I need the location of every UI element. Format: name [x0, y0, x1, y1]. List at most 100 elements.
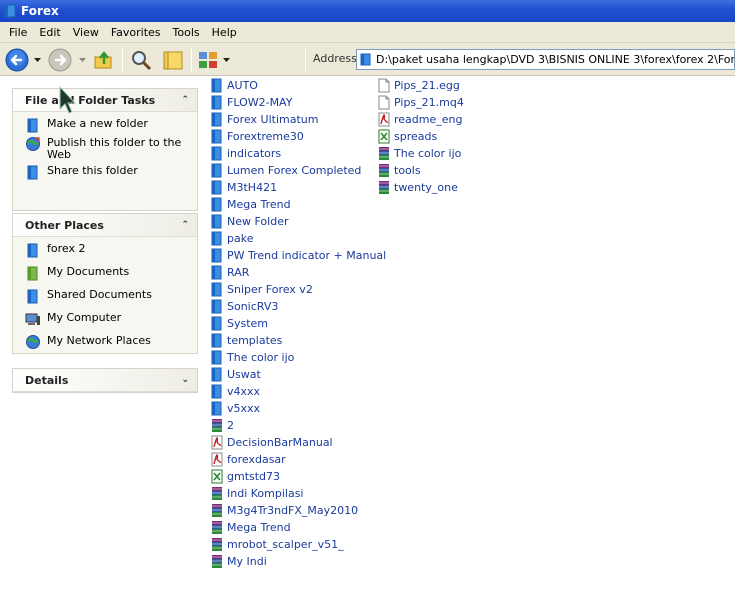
item-label: System	[227, 317, 269, 330]
file-item[interactable]: 2	[211, 417, 234, 434]
forward-arrow-icon	[48, 48, 72, 72]
folder-item[interactable]: templates	[211, 332, 282, 349]
item-label: 2	[227, 419, 234, 432]
details-header[interactable]: Details ⌄	[13, 369, 197, 392]
file-item[interactable]: The color ijo	[378, 145, 461, 162]
excel-file-icon	[211, 469, 223, 484]
menu-view[interactable]: View	[67, 26, 105, 39]
file-item[interactable]: M3g4Tr3ndFX_May2010	[211, 502, 358, 519]
folder-item[interactable]: Uswat	[211, 366, 261, 383]
folder-item[interactable]: indicators	[211, 145, 281, 162]
folder-item[interactable]: FLOW2-MAY	[211, 94, 292, 111]
file-item[interactable]: Mega Trend	[211, 519, 291, 536]
menu-edit[interactable]: Edit	[33, 26, 66, 39]
menu-tools[interactable]: Tools	[167, 26, 206, 39]
task-share-folder[interactable]: Share this folder	[25, 165, 197, 180]
task-make-new-folder[interactable]: Make a new folder	[25, 118, 197, 133]
expand-chevron-icon[interactable]: ⌄	[181, 375, 189, 385]
search-button[interactable]	[129, 48, 153, 72]
views-button[interactable]	[196, 48, 220, 72]
toolbar: Address D:\paket usaha lengkap\DVD 3\BIS…	[0, 43, 735, 76]
file-folder-tasks-header[interactable]: File and Folder Tasks ⌃	[13, 89, 197, 112]
up-folder-icon	[94, 51, 112, 69]
folder-item[interactable]: New Folder	[211, 213, 288, 230]
place-label: My Computer	[47, 311, 122, 324]
folder-item[interactable]: pake	[211, 230, 253, 247]
folder-icon	[211, 282, 222, 297]
item-label: Forex Ultimatum	[227, 113, 319, 126]
place-my-computer[interactable]: My Computer	[25, 312, 197, 327]
rar-archive-icon	[212, 538, 222, 551]
menu-help[interactable]: Help	[206, 26, 243, 39]
menu-file[interactable]: File	[0, 26, 33, 39]
place-my-documents[interactable]: My Documents	[25, 266, 197, 281]
folder-item[interactable]: The color ijo	[211, 349, 294, 366]
folder-item[interactable]: Forex Ultimatum	[211, 111, 318, 128]
folder-item[interactable]: Lumen Forex Completed	[211, 162, 361, 179]
file-item[interactable]: twenty_one	[378, 179, 458, 196]
item-label: The color ijo	[394, 147, 462, 160]
place-forex-2[interactable]: forex 2	[25, 243, 197, 258]
rar-archive-icon	[212, 487, 222, 500]
rar-archive-icon	[379, 181, 389, 194]
item-label: New Folder	[227, 215, 289, 228]
item-label: forexdasar	[227, 453, 286, 466]
forward-button[interactable]	[47, 47, 73, 73]
file-item[interactable]: Indi Kompilasi	[211, 485, 303, 502]
pdf-file-icon	[211, 452, 223, 467]
file-item[interactable]: spreads	[378, 128, 437, 145]
file-item[interactable]: My Indi	[211, 553, 267, 570]
my-computer-icon	[25, 313, 40, 325]
forward-dropdown[interactable]	[77, 53, 87, 67]
toolbar-separator	[122, 48, 123, 72]
rar-archive-icon	[212, 419, 222, 432]
title-bar: Forex	[0, 0, 735, 22]
place-my-network-places[interactable]: My Network Places	[25, 335, 197, 350]
folder-icon	[211, 401, 222, 416]
folder-item[interactable]: Sniper Forex v2	[211, 281, 313, 298]
place-shared-documents[interactable]: Shared Documents	[25, 289, 197, 304]
window-title: Forex	[21, 4, 59, 18]
file-item[interactable]: forexdasar	[211, 451, 286, 468]
folder-item[interactable]: Mega Trend	[211, 196, 291, 213]
network-places-icon	[26, 335, 40, 349]
folder-icon	[211, 316, 222, 331]
task-publish-web[interactable]: Publish this folder to the Web	[25, 137, 197, 161]
views-dropdown[interactable]	[221, 53, 231, 67]
file-item[interactable]: tools	[378, 162, 421, 179]
rar-archive-icon	[212, 555, 222, 568]
folder-item[interactable]: System	[211, 315, 268, 332]
collapse-chevron-icon[interactable]: ⌃	[181, 95, 189, 105]
folder-icon	[211, 367, 222, 382]
file-item[interactable]: mrobot_scalper_v51_	[211, 536, 344, 553]
other-places-header[interactable]: Other Places ⌃	[13, 214, 197, 237]
folder-icon	[4, 4, 16, 18]
folder-item[interactable]: v5xxx	[211, 400, 260, 417]
file-item[interactable]: gmtstd73	[211, 468, 280, 485]
folder-item[interactable]: RAR	[211, 264, 249, 281]
rar-archive-icon	[212, 504, 222, 517]
address-input[interactable]: D:\paket usaha lengkap\DVD 3\BISNIS ONLI…	[356, 49, 735, 70]
pdf-file-icon	[378, 112, 390, 127]
back-button[interactable]	[4, 47, 30, 73]
views-icon	[199, 52, 217, 68]
folders-button[interactable]	[160, 48, 186, 72]
folder-item[interactable]: SonicRV3	[211, 298, 278, 315]
collapse-chevron-icon[interactable]: ⌃	[181, 220, 189, 230]
file-item[interactable]: DecisionBarManual	[211, 434, 333, 451]
folder-item[interactable]: PW Trend indicator + Manual	[211, 247, 386, 264]
file-item[interactable]: readme_eng	[378, 111, 462, 128]
file-item[interactable]: Pips_21.egg	[378, 77, 460, 94]
folder-item[interactable]: M3tH421	[211, 179, 277, 196]
file-item[interactable]: Pips_21.mq4	[378, 94, 464, 111]
up-folder-button[interactable]	[92, 48, 116, 72]
place-label: Shared Documents	[47, 288, 152, 301]
folder-icon	[360, 53, 371, 66]
folder-item[interactable]: AUTO	[211, 77, 258, 94]
item-label: M3tH421	[227, 181, 278, 194]
folder-icon	[27, 243, 38, 258]
folder-item[interactable]: Forextreme30	[211, 128, 304, 145]
back-dropdown[interactable]	[32, 53, 42, 67]
folder-item[interactable]: v4xxx	[211, 383, 260, 400]
menu-favorites[interactable]: Favorites	[105, 26, 167, 39]
